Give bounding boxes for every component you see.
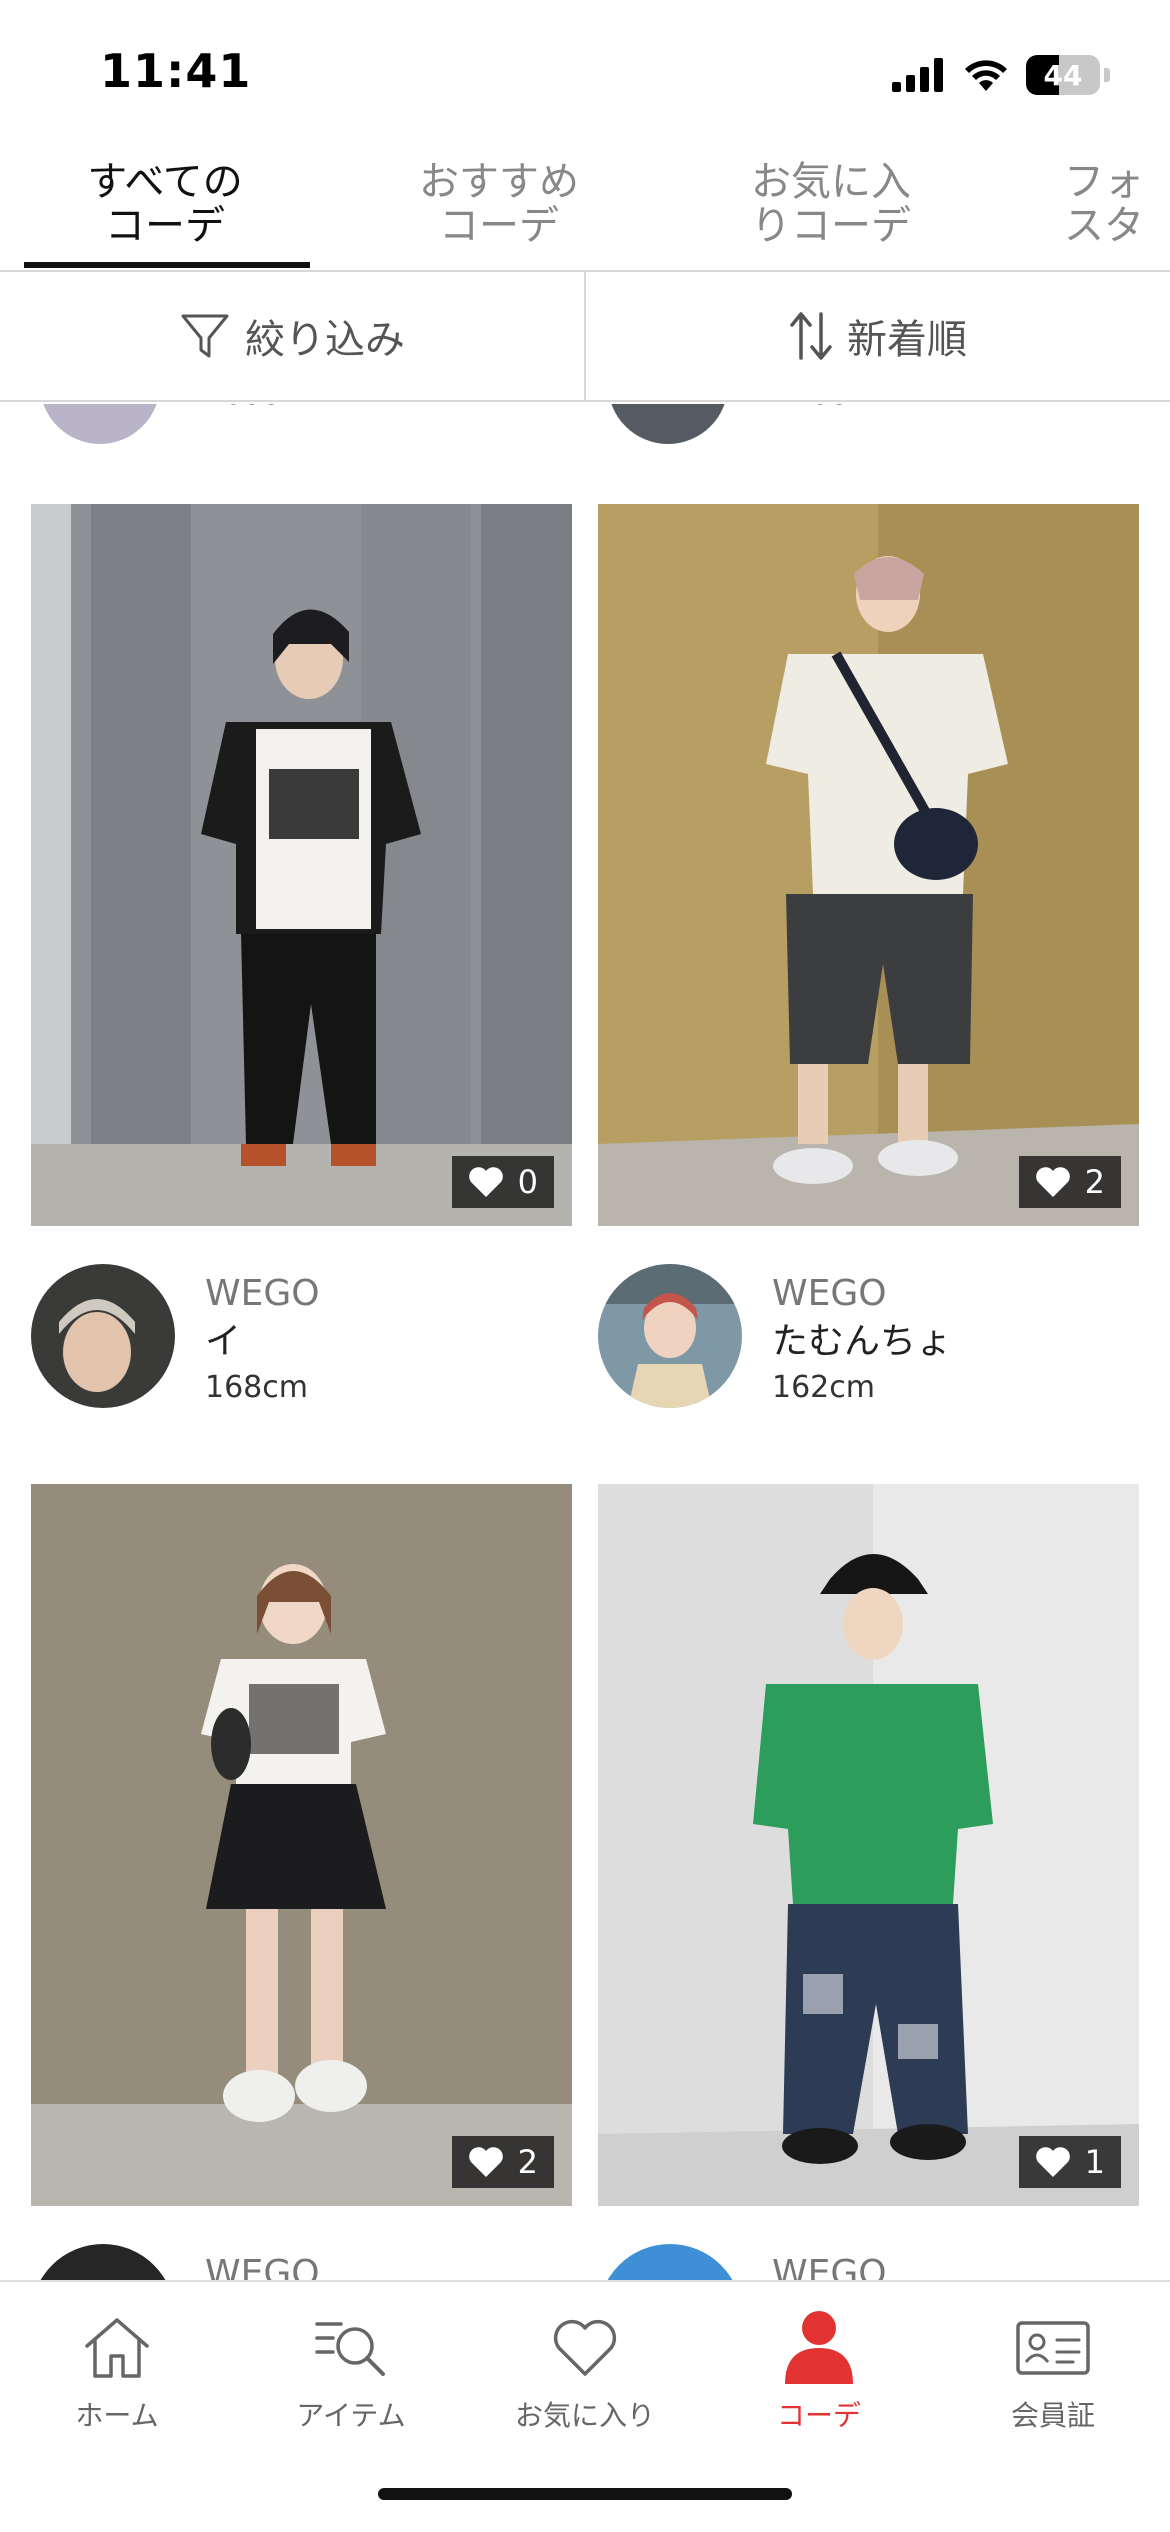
- author-meta: WEGO: [205, 2250, 320, 2280]
- author-meta: WEGO イ 168cm: [205, 1270, 320, 1410]
- avatar[interactable]: [598, 2244, 742, 2280]
- member-card-icon: [1016, 2321, 1090, 2375]
- nav-home[interactable]: ホーム: [0, 2308, 234, 2448]
- nav-coordinates[interactable]: コーデ: [702, 2308, 936, 2448]
- like-button[interactable]: 2: [451, 2136, 554, 2188]
- avatar[interactable]: [598, 1264, 742, 1408]
- nav-items[interactable]: アイテム: [234, 2308, 468, 2448]
- tab-follow-staff[interactable]: フォ スタ: [1064, 160, 1170, 270]
- heart-icon: [1035, 2147, 1070, 2177]
- filter-funnel-icon: [181, 314, 229, 358]
- partial-height-right: 176cm: [772, 404, 875, 408]
- author-meta: WEGO: [772, 2250, 887, 2280]
- filter-sort-bar: 絞り込み 新着順: [0, 272, 1170, 402]
- staff-name: たむんちょ: [772, 1321, 953, 1362]
- like-count: 2: [517, 2143, 538, 2181]
- outfit-photo[interactable]: 2: [31, 1484, 572, 2206]
- battery-tip: [1104, 68, 1110, 82]
- brand-name: WEGO: [205, 2253, 320, 2280]
- author-info[interactable]: WEGO: [598, 2244, 1139, 2280]
- heart-icon: [1035, 1167, 1070, 1197]
- home-indicator[interactable]: [378, 2488, 792, 2500]
- avatar-image: [31, 1264, 175, 1408]
- filter-label: 絞り込み: [245, 317, 405, 363]
- person-icon: [785, 2311, 853, 2384]
- nav-items-label: アイテム: [296, 2399, 406, 2432]
- like-button[interactable]: 2: [1018, 1156, 1121, 1208]
- nav-member-card[interactable]: 会員証: [936, 2308, 1170, 2448]
- author-info[interactable]: WEGO: [31, 2244, 572, 2280]
- outfit-photo[interactable]: 2: [598, 504, 1139, 1226]
- brand-name: WEGO: [772, 1273, 887, 1314]
- outfit-photo-image: [598, 504, 1139, 1226]
- heart-icon: [468, 1167, 503, 1197]
- like-count: 0: [517, 1163, 538, 1201]
- nav-favorites-label: お気に入り: [514, 2399, 655, 2432]
- status-icons: 44: [892, 52, 1110, 98]
- tab-all-coordinates[interactable]: すべての コーデ: [20, 160, 310, 270]
- nav-home-label: ホーム: [75, 2399, 159, 2432]
- staff-name: イ: [205, 1321, 242, 1362]
- like-count: 1: [1084, 2143, 1105, 2181]
- tab-favorite-coordinates[interactable]: お気に入 りコーデ: [686, 160, 976, 270]
- nav-favorites[interactable]: お気に入り: [468, 2308, 702, 2448]
- filter-button[interactable]: 絞り込み: [0, 272, 584, 400]
- author-meta: WEGO たむんちょ 162cm: [772, 1270, 952, 1410]
- home-icon: [85, 2318, 149, 2378]
- author-info[interactable]: WEGO たむんちょ 162cm: [598, 1264, 1139, 1424]
- coordinate-feed: 168cm 176cm 0: [0, 404, 1170, 2280]
- outfit-photo-image: [31, 1484, 572, 2206]
- battery-icon: 44: [1026, 55, 1100, 95]
- outfit-photo-image: [598, 1484, 1139, 2206]
- cellular-signal-icon: [892, 58, 943, 92]
- heart-icon: [468, 2147, 503, 2177]
- partial-avatar-right[interactable]: [608, 404, 728, 444]
- staff-height: 162cm: [772, 1370, 875, 1405]
- sort-button[interactable]: 新着順: [584, 272, 1170, 400]
- battery-percent: 44: [1043, 58, 1083, 92]
- like-button[interactable]: 1: [1018, 2136, 1121, 2188]
- staff-height: 168cm: [205, 1370, 308, 1405]
- avatar-image: [598, 1264, 742, 1408]
- brand-name: WEGO: [205, 1273, 320, 1314]
- avatar[interactable]: [31, 2244, 175, 2280]
- heart-icon: [553, 2319, 617, 2376]
- avatar[interactable]: [31, 1264, 175, 1408]
- author-info[interactable]: WEGO イ 168cm: [31, 1264, 572, 1424]
- status-time: 11:41: [100, 44, 252, 98]
- nav-coordinates-label: コーデ: [776, 2399, 861, 2432]
- brand-name: WEGO: [772, 2253, 887, 2280]
- item-search-icon: [315, 2322, 385, 2376]
- outfit-photo[interactable]: 1: [598, 1484, 1139, 2206]
- coordinate-tabs: すべての コーデ おすすめ コーデ お気に入 りコーデ フォ スタ: [0, 150, 1170, 272]
- partial-height-left: 168cm: [204, 404, 307, 408]
- like-count: 2: [1084, 1163, 1105, 1201]
- partial-avatar-left[interactable]: [40, 404, 160, 444]
- like-button[interactable]: 0: [451, 1156, 554, 1208]
- tab-recommended-coordinates[interactable]: おすすめ コーデ: [354, 160, 644, 270]
- sort-label: 新着順: [847, 317, 967, 363]
- status-bar: 11:41 44: [0, 0, 1170, 140]
- outfit-photo[interactable]: 0: [31, 504, 572, 1226]
- nav-member-card-label: 会員証: [1010, 2399, 1095, 2432]
- active-tab-indicator: [24, 262, 310, 268]
- sort-arrows-icon: [790, 312, 832, 360]
- wifi-icon: [965, 60, 1007, 91]
- outfit-photo-image: [31, 504, 572, 1226]
